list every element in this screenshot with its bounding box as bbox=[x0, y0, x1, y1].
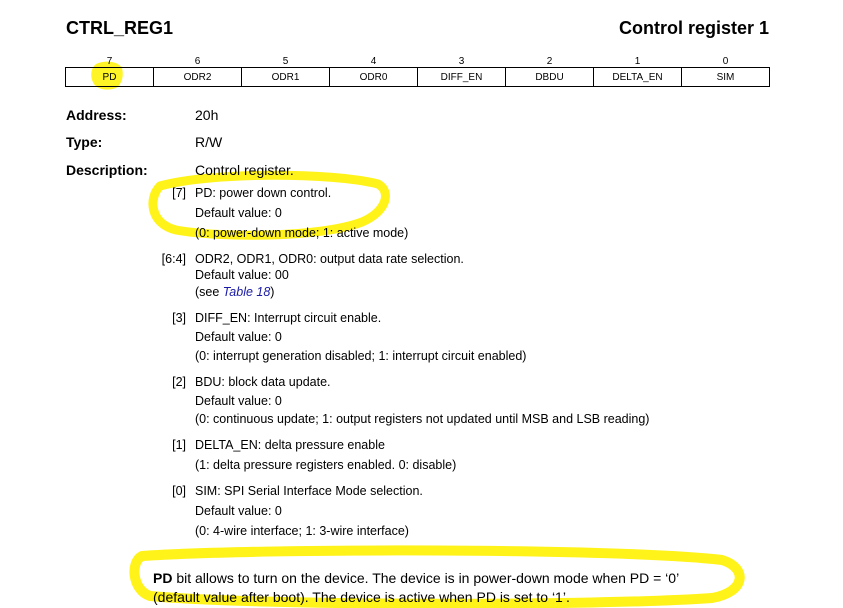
bit-layout-table: 7 6 5 4 3 2 1 0 PD ODR2 ODR1 ODR0 DIFF_E… bbox=[65, 55, 770, 87]
type-label: Type: bbox=[66, 134, 103, 150]
bit-name-cell: ODR1 bbox=[241, 67, 330, 87]
bit-range: [7] bbox=[172, 186, 186, 200]
bit-desc-see-line: (see Table 18) bbox=[195, 285, 274, 299]
pd-note-bold: PD bbox=[153, 570, 173, 586]
table-18-link[interactable]: Table 18 bbox=[223, 285, 271, 299]
bit-name-cell: ODR2 bbox=[153, 67, 242, 87]
bit-number: 5 bbox=[282, 55, 289, 67]
bit-range: [0] bbox=[172, 484, 186, 498]
bit-number: 3 bbox=[458, 55, 465, 67]
bit-range: [2] bbox=[172, 375, 186, 389]
bit-name-cell: DIFF_EN bbox=[417, 67, 506, 87]
pd-note-line2: (default value after boot). The device i… bbox=[153, 589, 570, 605]
bit-name-cell: PD bbox=[65, 67, 154, 87]
bit-number: 4 bbox=[370, 55, 377, 67]
bit-number-row: 7 6 5 4 3 2 1 0 bbox=[66, 55, 770, 68]
bit-desc-line: Default value: 0 bbox=[195, 206, 282, 220]
bit-name-cell: DELTA_EN bbox=[593, 67, 682, 87]
bit-number: 6 bbox=[194, 55, 201, 67]
bit-number: 2 bbox=[546, 55, 553, 67]
bit-desc-line: DELTA_EN: delta pressure enable bbox=[195, 438, 385, 452]
register-title: Control register 1 bbox=[618, 18, 769, 38]
bit-desc-line: ODR2, ODR1, ODR0: output data rate selec… bbox=[195, 252, 464, 266]
see-prefix: (see bbox=[195, 285, 223, 299]
bit-desc-line: Default value: 0 bbox=[195, 394, 282, 408]
bit-desc-line: Default value: 0 bbox=[195, 330, 282, 344]
bit-name-cell: SIM bbox=[681, 67, 770, 87]
bit-range: [6:4] bbox=[161, 252, 186, 266]
bit-desc-line: (0: power-down mode; 1: active mode) bbox=[195, 226, 409, 240]
bit-name-cell: ODR0 bbox=[329, 67, 418, 87]
bit-name-row: PD ODR2 ODR1 ODR0 DIFF_EN DBDU DELTA_EN … bbox=[65, 67, 770, 87]
address-label: Address: bbox=[66, 107, 127, 123]
pd-note-line1: PD bit allows to turn on the device. The… bbox=[153, 569, 753, 588]
pd-note: PD bit allows to turn on the device. The… bbox=[153, 569, 753, 607]
description-label: Description: bbox=[66, 162, 148, 178]
pd-note-text: bit allows to turn on the device. The de… bbox=[172, 570, 680, 586]
bit-desc-line: PD: power down control. bbox=[195, 186, 332, 200]
type-value: R/W bbox=[195, 134, 223, 150]
bit-desc-line: (0: interrupt generation disabled; 1: in… bbox=[195, 349, 527, 363]
bit-desc-line: BDU: block data update. bbox=[195, 375, 331, 389]
bit-number: 0 bbox=[722, 55, 729, 67]
bit-number: 1 bbox=[634, 55, 641, 67]
bit-name-cell: DBDU bbox=[505, 67, 594, 87]
bit-number: 7 bbox=[106, 55, 113, 67]
bit-desc-line: (1: delta pressure registers enabled. 0:… bbox=[195, 458, 457, 472]
bit-desc-line: SIM: SPI Serial Interface Mode selection… bbox=[195, 484, 423, 498]
description-value: Control register. bbox=[195, 162, 294, 178]
register-name: CTRL_REG1 bbox=[66, 18, 174, 38]
bit-range: [1] bbox=[172, 438, 186, 452]
bit-desc-line: DIFF_EN: Interrupt circuit enable. bbox=[195, 311, 382, 325]
address-value: 20h bbox=[195, 107, 219, 123]
bit-desc-line: (0: 4-wire interface; 1: 3-wire interfac… bbox=[195, 524, 409, 538]
see-suffix: ) bbox=[270, 285, 275, 299]
bit-desc-line: Default value: 00 bbox=[195, 268, 289, 282]
bit-range: [3] bbox=[172, 311, 186, 325]
bit-desc-line: (0: continuous update; 1: output registe… bbox=[195, 412, 650, 426]
bit-desc-line: Default value: 0 bbox=[195, 504, 282, 518]
highlighter-marks bbox=[91, 61, 745, 608]
